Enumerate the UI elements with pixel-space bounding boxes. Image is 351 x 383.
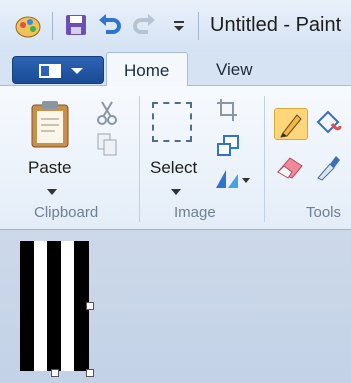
clipboard-group: Paste Clipboard xyxy=(14,94,134,226)
image-group-label: Image xyxy=(174,204,216,221)
tools-group-label: Tools xyxy=(306,204,342,221)
customize-toolbar-icon[interactable] xyxy=(168,14,190,38)
drawing-canvas[interactable] xyxy=(20,241,89,371)
fill-tool-icon[interactable] xyxy=(312,108,346,140)
ribbon-panel: Paste Clipboard Select Image Tools xyxy=(0,86,351,230)
image-group: Select Image xyxy=(142,94,260,226)
title-bar: Untitled - Paint xyxy=(0,0,351,52)
group-divider xyxy=(264,96,265,222)
cut-icon[interactable] xyxy=(96,100,118,126)
save-icon[interactable] xyxy=(62,11,90,39)
select-label: Select xyxy=(150,158,198,177)
select-dropdown-arrow-icon[interactable] xyxy=(171,182,181,200)
tab-home[interactable]: Home xyxy=(106,52,188,87)
canvas-resize-handle-bottom[interactable] xyxy=(51,369,59,377)
group-divider xyxy=(139,96,140,222)
black-stripe xyxy=(20,241,34,371)
tab-view-label: View xyxy=(216,60,253,79)
color-picker-tool-icon[interactable] xyxy=(312,152,346,184)
selection-rectangle-icon xyxy=(152,102,192,142)
tab-home-label: Home xyxy=(124,61,170,80)
paste-dropdown-arrow-icon[interactable] xyxy=(47,182,57,200)
paint-app-icon[interactable] xyxy=(12,10,44,42)
select-button[interactable]: Select xyxy=(146,94,208,198)
paint-menu-button[interactable] xyxy=(12,56,104,84)
undo-icon[interactable] xyxy=(96,10,124,40)
clipboard-icon xyxy=(30,100,70,148)
paste-label: Paste xyxy=(28,158,72,177)
redo-icon[interactable] xyxy=(130,10,158,40)
clipboard-group-label: Clipboard xyxy=(34,204,99,221)
canvas-resize-handle-corner[interactable] xyxy=(86,369,94,377)
pencil-tool-button[interactable] xyxy=(274,108,308,140)
tools-group: Tools xyxy=(268,94,351,226)
black-stripe xyxy=(47,241,61,371)
copy-icon[interactable] xyxy=(96,132,118,158)
paste-button[interactable]: Paste xyxy=(22,94,82,198)
canvas-resize-handle-right[interactable] xyxy=(86,302,94,310)
ribbon-tab-bar: Home View xyxy=(0,52,351,87)
window-title: Untitled - Paint xyxy=(210,14,342,36)
tab-view[interactable]: View xyxy=(200,52,278,86)
rotate-icon[interactable] xyxy=(212,166,252,192)
crop-icon[interactable] xyxy=(216,98,238,122)
resize-icon[interactable] xyxy=(216,134,240,158)
eraser-tool-icon[interactable] xyxy=(274,152,308,184)
